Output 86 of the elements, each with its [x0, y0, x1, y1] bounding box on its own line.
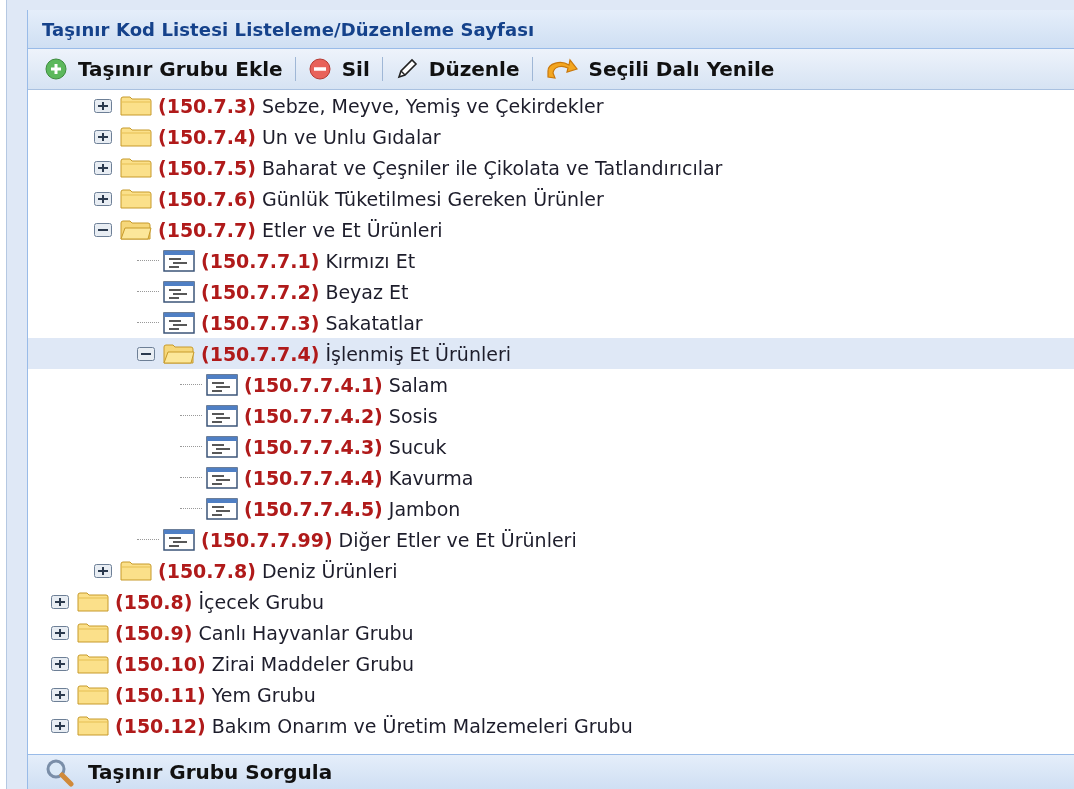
query-title: Taşınır Grubu Sorgula	[88, 760, 333, 784]
query-bar[interactable]: Taşınır Grubu Sorgula	[28, 754, 1074, 789]
tree-row[interactable]: (150.8) İçecek Grubu	[28, 586, 1074, 617]
folder-icon	[77, 683, 109, 706]
expand-toggle[interactable]	[94, 98, 112, 113]
node-label: (150.7.7.1) Kırmızı Et	[201, 249, 416, 272]
tree-row[interactable]: (150.7.6) Günlük Tüketilmesi Gereken Ürünler	[28, 183, 1074, 214]
tree-row[interactable]: (150.7.3) Sebze, Meyve, Yemiş ve Çekirdekler	[28, 90, 1074, 121]
expand-toggle[interactable]	[51, 656, 69, 671]
expand-toggle[interactable]	[51, 687, 69, 702]
folder-icon	[120, 218, 152, 241]
folder-icon	[163, 342, 195, 365]
node-label: (150.7.7.2) Beyaz Et	[201, 280, 409, 303]
tree-row[interactable]: (150.7.8) Deniz Ürünleri	[28, 555, 1074, 586]
tree-row[interactable]: (150.12) Bakım Onarım ve Üretim Malzemeleri Grubu	[28, 710, 1074, 741]
tree-row[interactable]: (150.7.7.4.5) Jambon	[28, 493, 1074, 524]
folder-icon	[77, 652, 109, 675]
folder-icon	[120, 125, 152, 148]
refresh-arrow-icon	[544, 57, 579, 81]
refresh-button[interactable]: Seçili Dalı Yenile	[538, 55, 781, 83]
node-label: (150.7.6) Günlük Tüketilmesi Gereken Ürünler	[158, 187, 604, 210]
tree-row[interactable]: (150.7.4) Un ve Unlu Gıdalar	[28, 121, 1074, 152]
document-icon	[206, 404, 238, 427]
tree-row[interactable]: (150.7.7) Etler ve Et Ürünleri	[28, 214, 1074, 245]
node-label: (150.7.8) Deniz Ürünleri	[158, 559, 398, 582]
node-label: (150.10) Zirai Maddeler Grubu	[115, 652, 415, 675]
folder-icon	[120, 156, 152, 179]
folder-icon	[77, 590, 109, 613]
node-label: (150.7.7.4.2) Sosis	[244, 404, 438, 427]
node-label: (150.7.7.99) Diğer Etler ve Et Ürünleri	[201, 528, 577, 551]
tree-row[interactable]: (150.11) Yem Grubu	[28, 679, 1074, 710]
document-icon	[206, 373, 238, 396]
tree-row[interactable]: (150.7.7.4.4) Kavurma	[28, 462, 1074, 493]
collapse-toggle[interactable]	[137, 346, 155, 361]
document-icon	[163, 249, 195, 272]
node-label: (150.7.7.3) Sakatatlar	[201, 311, 423, 334]
tree-row[interactable]: (150.7.7.4.3) Sucuk	[28, 431, 1074, 462]
node-label: (150.12) Bakım Onarım ve Üretim Malzemeleri Grubu	[115, 714, 633, 737]
tree-row[interactable]: (150.7.7.3) Sakatatlar	[28, 307, 1074, 338]
tree-row[interactable]: (150.7.5) Baharat ve Çeşniler ile Çikolata ve Tatlandırıcılar	[28, 152, 1074, 183]
node-label: (150.7.7.4.5) Jambon	[244, 497, 461, 520]
tree-row[interactable]: (150.7.7.99) Diğer Etler ve Et Ürünleri	[28, 524, 1074, 555]
tree-row[interactable]: (150.9) Canlı Hayvanlar Grubu	[28, 617, 1074, 648]
expand-toggle[interactable]	[51, 594, 69, 609]
folder-icon	[77, 714, 109, 737]
node-label: (150.11) Yem Grubu	[115, 683, 316, 706]
node-label: (150.7.4) Un ve Unlu Gıdalar	[158, 125, 441, 148]
node-label: (150.7.3) Sebze, Meyve, Yemiş ve Çekirdekler	[158, 94, 604, 117]
node-label: (150.7.7.4.1) Salam	[244, 373, 448, 396]
expand-toggle[interactable]	[51, 625, 69, 640]
node-label: (150.7.7.4.4) Kavurma	[244, 466, 474, 489]
expand-toggle[interactable]	[51, 718, 69, 733]
document-icon	[206, 435, 238, 458]
tree-row[interactable]: (150.7.7.2) Beyaz Et	[28, 276, 1074, 307]
tree-row[interactable]: (150.7.7.4) İşlenmiş Et Ürünleri	[28, 338, 1074, 369]
tree-row[interactable]: (150.10) Zirai Maddeler Grubu	[28, 648, 1074, 679]
node-label: (150.7.5) Baharat ve Çeşniler ile Çikolata ve Tatlandırıcılar	[158, 156, 723, 179]
expand-toggle[interactable]	[94, 563, 112, 578]
node-label: (150.8) İçecek Grubu	[115, 590, 325, 613]
node-label: (150.9) Canlı Hayvanlar Grubu	[115, 621, 414, 644]
add-icon	[44, 57, 68, 81]
search-icon	[44, 757, 74, 787]
node-label: (150.7.7.4.3) Sucuk	[244, 435, 447, 458]
expand-toggle[interactable]	[94, 191, 112, 206]
collapse-toggle[interactable]	[94, 222, 112, 237]
panel-title: Taşınır Kod Listesi Listeleme/Düzenleme Sayfası	[42, 18, 535, 40]
expand-toggle[interactable]	[94, 160, 112, 175]
document-icon	[163, 528, 195, 551]
node-label: (150.7.7) Etler ve Et Ürünleri	[158, 218, 443, 241]
tree-row[interactable]: (150.7.7.4.1) Salam	[28, 369, 1074, 400]
folder-icon	[120, 94, 152, 117]
folder-icon	[120, 187, 152, 210]
folder-icon	[120, 559, 152, 582]
tree-row[interactable]: (150.7.7.1) Kırmızı Et	[28, 245, 1074, 276]
delete-button[interactable]: Sil	[301, 55, 376, 83]
document-icon	[206, 466, 238, 489]
document-icon	[163, 311, 195, 334]
tree-row[interactable]: (150.7.7.4.2) Sosis	[28, 400, 1074, 431]
folder-icon	[77, 621, 109, 644]
add-button[interactable]: Taşınır Grubu Ekle	[38, 55, 289, 83]
node-label: (150.7.7.4) İşlenmiş Et Ürünleri	[201, 342, 511, 365]
edit-button[interactable]: Düzenle	[388, 55, 526, 83]
document-icon	[163, 280, 195, 303]
expand-toggle[interactable]	[94, 129, 112, 144]
delete-icon	[307, 57, 332, 81]
document-icon	[206, 497, 238, 520]
